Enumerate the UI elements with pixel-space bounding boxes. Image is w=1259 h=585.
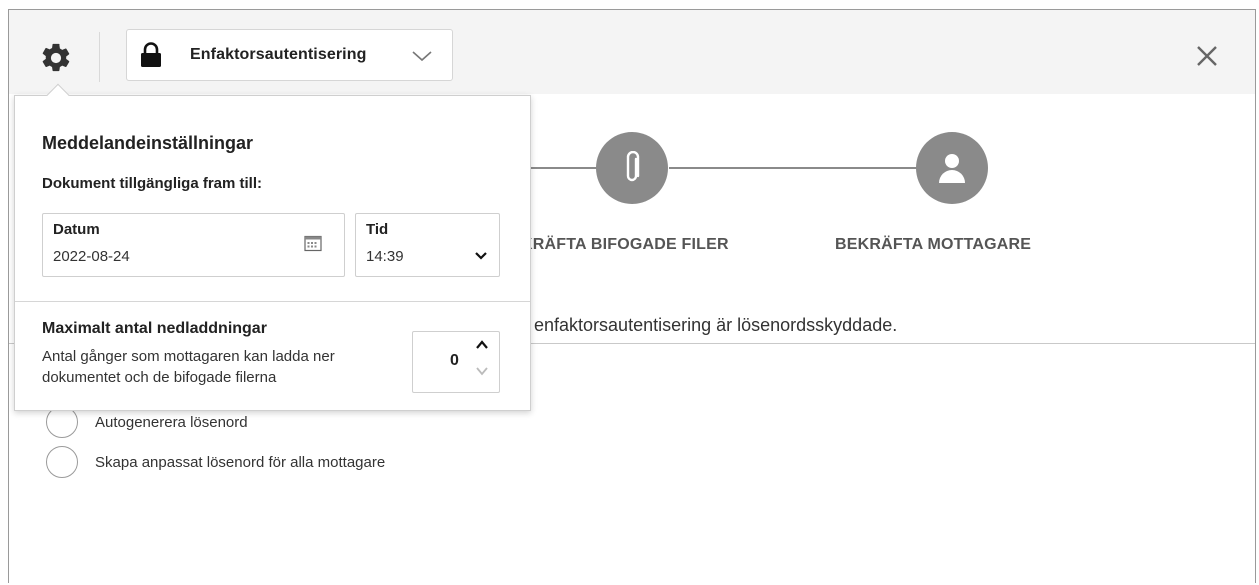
- close-icon[interactable]: [1193, 42, 1221, 70]
- max-downloads-title: Maximalt antal nedladdningar: [42, 320, 267, 337]
- date-field[interactable]: Datum 2022-08-24: [42, 213, 345, 277]
- max-downloads-description: Antal gånger som mottagaren kan ladda ne…: [42, 348, 335, 386]
- step-recipients: [916, 132, 988, 204]
- popover-title: Meddelandeinställningar: [42, 133, 254, 153]
- time-value: 14:39: [366, 248, 404, 265]
- spin-up-icon[interactable]: [476, 340, 488, 350]
- popover-subtitle: Dokument tillgängliga fram till:: [42, 175, 263, 192]
- auth-mode-label: Enfaktorsautentisering: [190, 46, 367, 63]
- calendar-icon[interactable]: [304, 234, 322, 252]
- popover-divider: [15, 301, 530, 302]
- stepper-line: [669, 167, 939, 169]
- lock-icon: [141, 42, 161, 67]
- time-select[interactable]: Tid 14:39: [355, 213, 500, 277]
- date-label: Datum: [53, 221, 100, 238]
- radio-button[interactable]: [46, 446, 78, 478]
- date-value: 2022-08-24: [53, 248, 130, 265]
- dialog-window: Enfaktorsautentisering KRÄFTA BIFOGADE F…: [8, 9, 1256, 583]
- radio-label: Autogenerera lösenord: [95, 413, 248, 431]
- info-text: d enfaktorsautentisering är lösenordssky…: [519, 315, 898, 335]
- step-label-recipients: BEKRÄFTA MOTTAGARE: [835, 236, 1032, 253]
- person-icon: [939, 154, 965, 183]
- gear-icon[interactable]: [39, 41, 73, 75]
- step-attachments: [596, 132, 668, 204]
- radio-custom-password[interactable]: Skapa anpassat lösenord för alla mottaga…: [46, 446, 385, 478]
- chevron-down-icon: [412, 51, 432, 62]
- max-downloads-value: 0: [450, 352, 459, 369]
- message-settings-popover: Meddelandeinställningar Dokument tillgän…: [14, 83, 531, 411]
- top-bar: Enfaktorsautentisering: [9, 10, 1255, 94]
- auth-mode-dropdown[interactable]: Enfaktorsautentisering: [126, 29, 453, 81]
- max-downloads-stepper[interactable]: 0: [412, 331, 500, 393]
- radio-label: Skapa anpassat lösenord för alla mottaga…: [95, 453, 386, 471]
- time-label: Tid: [366, 221, 389, 238]
- paperclip-icon: [626, 151, 640, 182]
- caret-down-icon: [475, 252, 487, 260]
- header-divider: [99, 32, 100, 82]
- spin-down-icon[interactable]: [476, 366, 488, 376]
- step-label-attachments: KRÄFTA BIFOGADE FILER: [521, 236, 729, 253]
